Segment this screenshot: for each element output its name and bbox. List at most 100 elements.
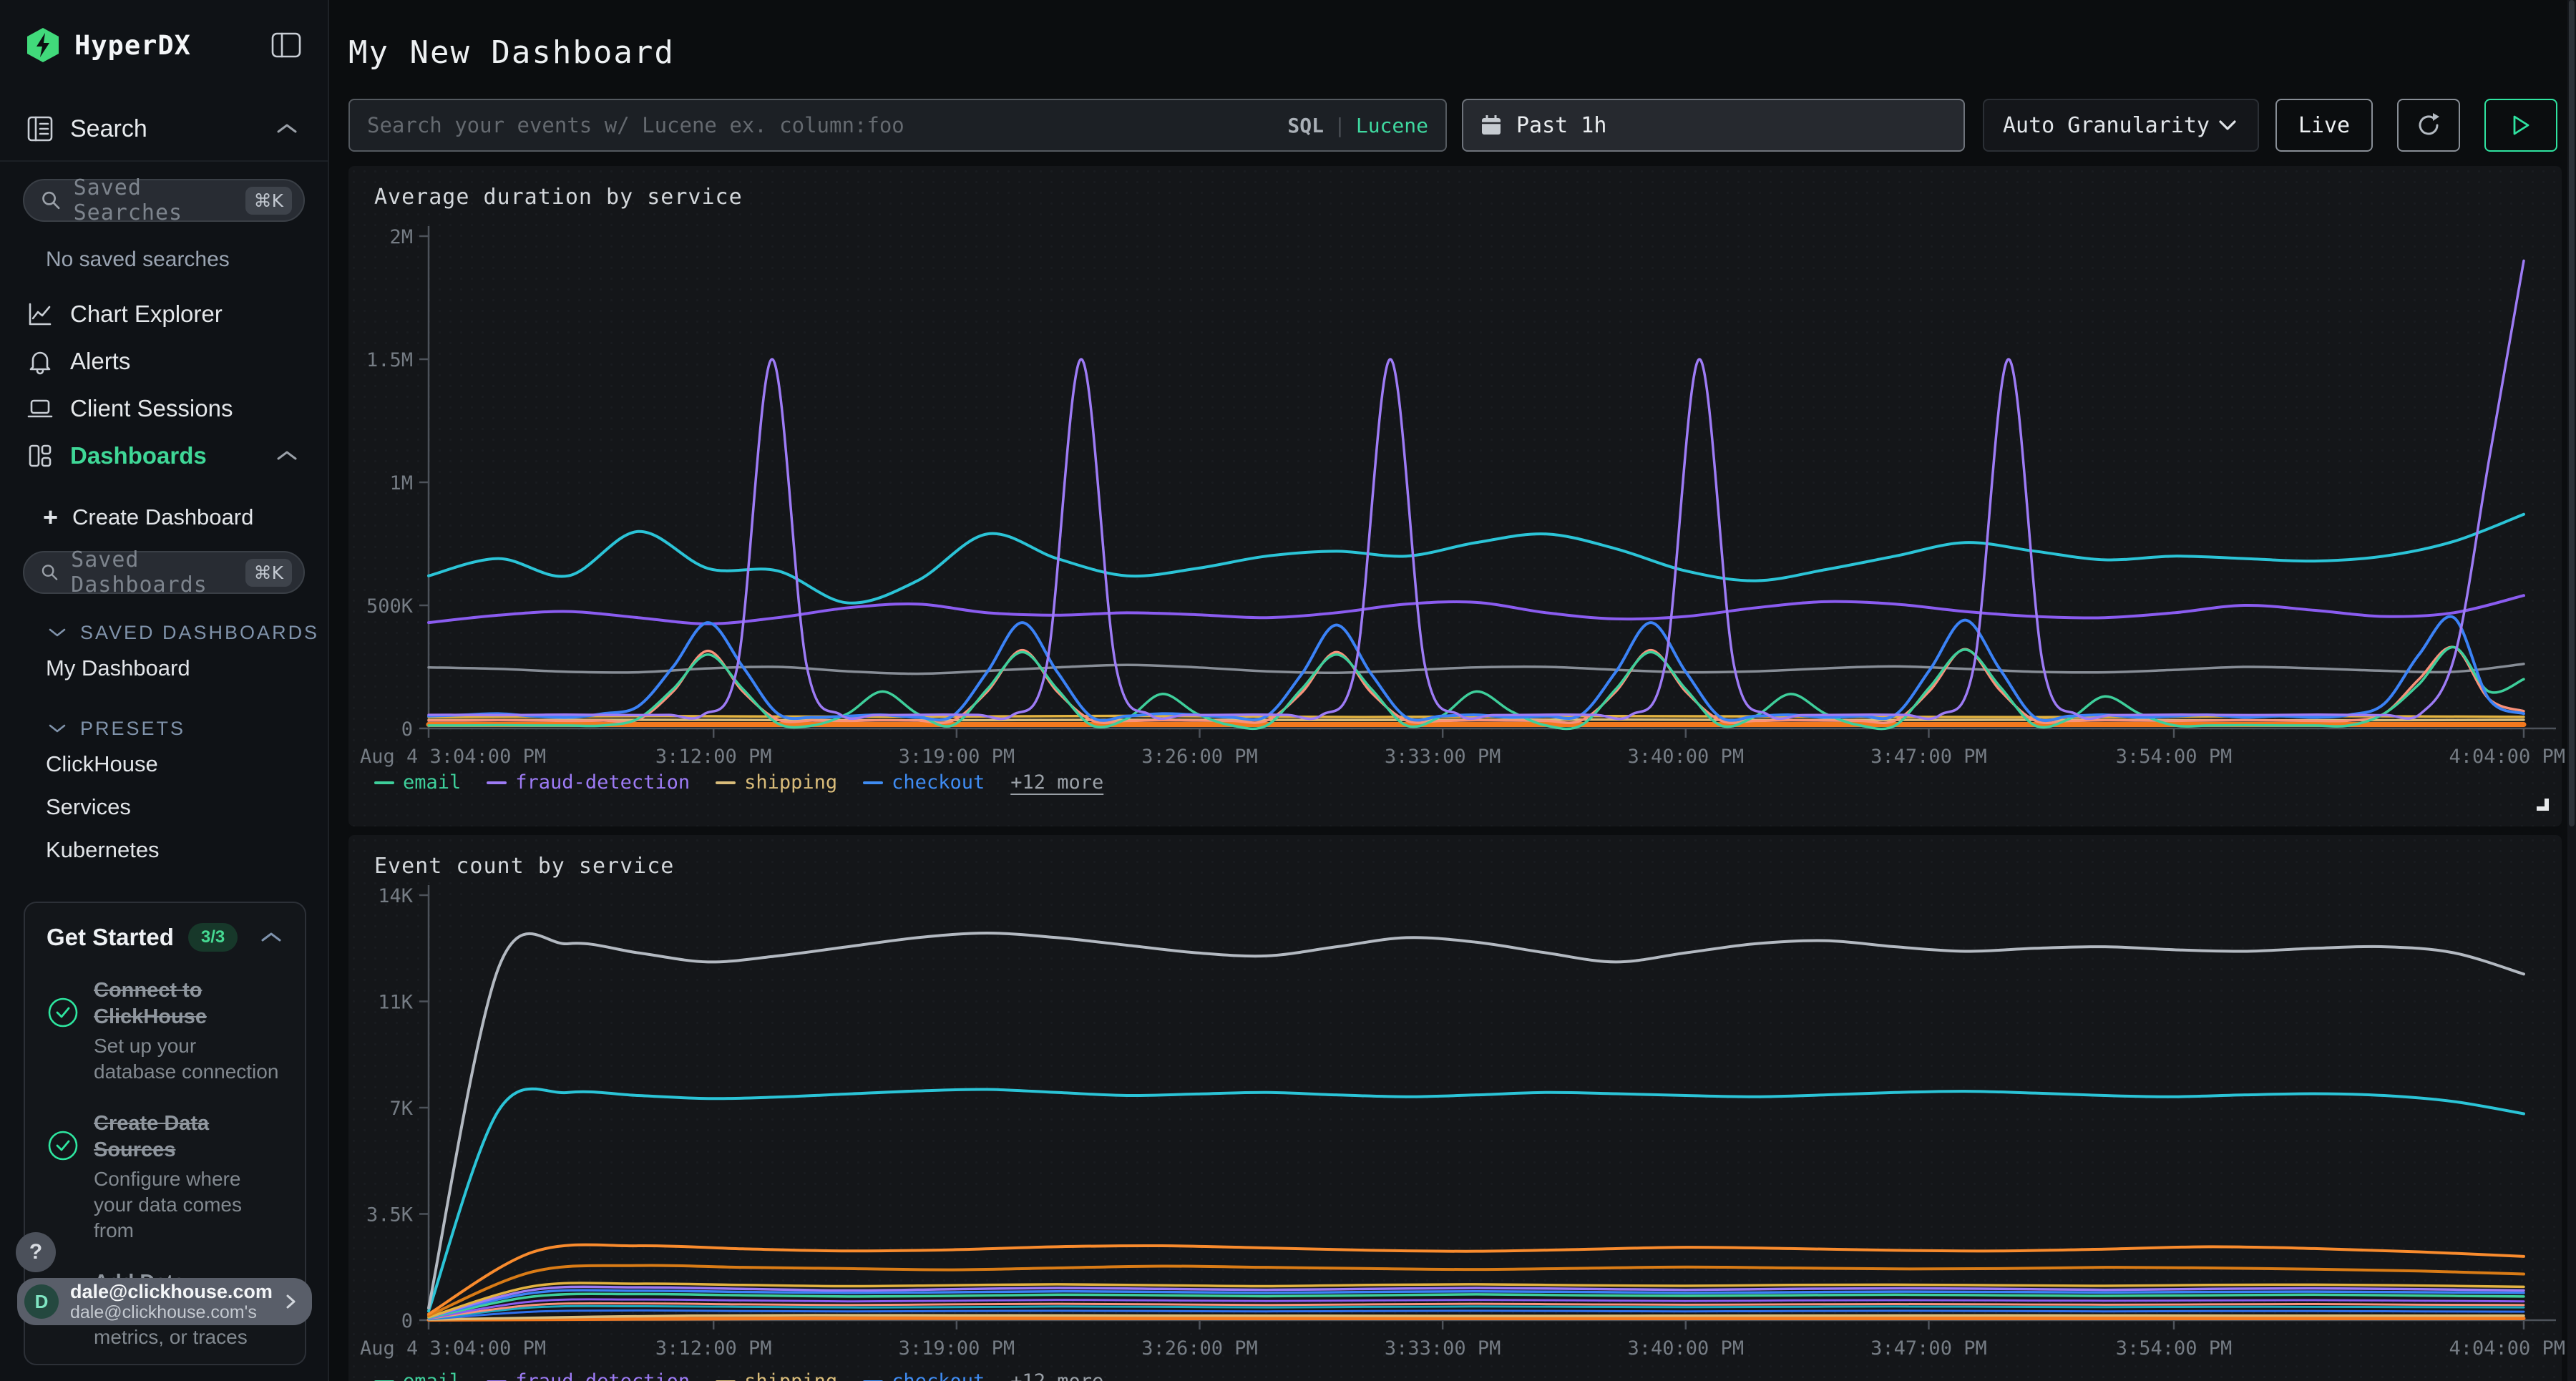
svg-text:14K: 14K	[378, 885, 414, 907]
user-email: dale@clickhouse.com	[70, 1281, 273, 1302]
chart-panel-event-count: Event count by service 03.5K7K11K14KAug …	[348, 835, 2562, 1381]
chart-canvas[interactable]: 03.5K7K11K14KAug 4 3:04:00 PM3:12:00 PM3…	[363, 871, 2567, 1381]
svg-text:3:12:00 PM: 3:12:00 PM	[655, 1337, 772, 1360]
play-icon	[2510, 113, 2532, 137]
saved-searches-input[interactable]: Saved Searches ⌘K	[23, 179, 305, 222]
saved-dashboards-input[interactable]: Saved Dashboards ⌘K	[23, 551, 305, 594]
legend-item[interactable]: checkout	[863, 1370, 985, 1381]
svg-text:3:33:00 PM: 3:33:00 PM	[1385, 746, 1501, 768]
legend-item[interactable]: shipping	[716, 1370, 837, 1381]
refresh-icon	[2414, 110, 2444, 140]
svg-text:3:47:00 PM: 3:47:00 PM	[1870, 746, 1987, 768]
svg-text:1.5M: 1.5M	[366, 349, 413, 371]
section-presets[interactable]: PRESETS	[0, 714, 328, 743]
svg-text:4:04:00 PM: 4:04:00 PM	[2449, 1337, 2565, 1360]
resize-handle[interactable]	[2537, 799, 2549, 811]
live-button[interactable]: Live	[2275, 99, 2373, 152]
chevron-up-icon[interactable]	[259, 930, 283, 945]
sidebar-item-client-sessions[interactable]: Client Sessions	[0, 385, 328, 432]
legend-item[interactable]: email	[374, 771, 461, 794]
calendar-icon	[1479, 113, 1503, 137]
shortcut-badge: ⌘K	[245, 559, 292, 587]
svg-text:4:04:00 PM: 4:04:00 PM	[2449, 746, 2565, 768]
section-saved-dashboards[interactable]: SAVED DASHBOARDS	[0, 618, 328, 647]
svg-text:Aug 4 3:04:00 PM: Aug 4 3:04:00 PM	[360, 1337, 546, 1360]
chevron-down-icon	[2216, 118, 2239, 132]
sidebar-item-services[interactable]: Services	[0, 786, 328, 829]
run-query-button[interactable]	[2484, 99, 2557, 152]
chart-title: Average duration by service	[374, 185, 743, 210]
hyperdx-app: { "app": { "name": "HyperDX" }, "sidebar…	[0, 0, 2576, 1381]
svg-text:Aug 4 3:04:00 PM: Aug 4 3:04:00 PM	[360, 746, 546, 768]
app-name: HyperDX	[74, 30, 191, 61]
help-button[interactable]: ?	[16, 1232, 56, 1272]
chart-legend: email fraud-detection shipping checkout +12 …	[374, 1370, 1103, 1381]
legend-item[interactable]: checkout	[863, 771, 985, 794]
sidebar-item-clickhouse[interactable]: ClickHouse	[0, 743, 328, 786]
checklist-item[interactable]: Connect to ClickHouse Set up your databa…	[47, 977, 283, 1085]
svg-text:11K: 11K	[378, 992, 414, 1014]
checklist-item-desc: Configure where your data comes from	[94, 1166, 283, 1244]
svg-text:3.5K: 3.5K	[366, 1204, 414, 1226]
avatar: D	[24, 1284, 59, 1319]
saved-dashboards-placeholder: Saved Dashboards	[71, 547, 245, 597]
sidebar: HyperDX Search Saved Searches ⌘K No save…	[0, 0, 329, 1381]
sidebar-item-kubernetes[interactable]: Kubernetes	[0, 829, 328, 872]
sidebar-item-dashboards[interactable]: Dashboards	[0, 432, 328, 479]
svg-text:3:33:00 PM: 3:33:00 PM	[1385, 1337, 1501, 1360]
get-started-title: Get Started	[47, 924, 174, 951]
chevron-down-icon	[47, 626, 67, 639]
sidebar-item-chart-explorer[interactable]: Chart Explorer	[0, 291, 328, 338]
check-circle-icon	[47, 1129, 79, 1162]
svg-text:0: 0	[401, 1310, 413, 1332]
checklist-item-title: Create Data Sources	[94, 1111, 283, 1163]
svg-text:3:54:00 PM: 3:54:00 PM	[2116, 746, 2233, 768]
chart-panel-average-duration: Average duration by service 0500K1M1.5M2…	[348, 166, 2562, 826]
legend-more-link[interactable]: +12 more	[1010, 1370, 1103, 1381]
time-range-picker[interactable]: Past 1h	[1462, 99, 1965, 152]
svg-text:3:47:00 PM: 3:47:00 PM	[1870, 1337, 1987, 1360]
bell-icon	[26, 347, 54, 376]
user-account-chip[interactable]: D dale@clickhouse.com dale@clickhouse.co…	[17, 1278, 312, 1325]
granularity-select[interactable]: Auto Granularity	[1983, 99, 2259, 152]
chart-canvas[interactable]: 0500K1M1.5M2MAug 4 3:04:00 PM3:12:00 PM3…	[363, 216, 2567, 789]
scrollbar-thumb[interactable]	[2569, 0, 2575, 826]
legend-item[interactable]: fraud-detection	[487, 1370, 690, 1381]
mode-separator: |	[1334, 114, 1346, 137]
lucene-mode-toggle[interactable]: Lucene	[1356, 114, 1428, 137]
divider	[0, 160, 328, 162]
refresh-button[interactable]	[2397, 99, 2460, 152]
create-dashboard-button[interactable]: + Create Dashboard	[0, 497, 328, 538]
no-saved-searches-text: No saved searches	[46, 248, 328, 272]
svg-text:1M: 1M	[389, 472, 413, 494]
search-icon	[40, 188, 62, 213]
user-team: dale@clickhouse.com's	[70, 1302, 273, 1323]
legend-item[interactable]: email	[374, 1370, 461, 1381]
time-range-value: Past 1h	[1516, 113, 1606, 138]
chevron-down-icon	[47, 722, 67, 735]
checklist-item-title: Connect to ClickHouse	[94, 977, 283, 1030]
legend-dash-icon	[374, 781, 394, 784]
legend-item[interactable]: shipping	[716, 771, 837, 794]
event-search-input[interactable]	[367, 113, 1277, 137]
checklist-item[interactable]: Create Data Sources Configure where your…	[47, 1111, 283, 1244]
legend-dash-icon	[863, 781, 883, 784]
page-scrollbar[interactable]	[2567, 0, 2576, 1381]
plus-icon: +	[43, 504, 58, 530]
chevron-right-icon	[282, 1290, 299, 1313]
main-content: My New Dashboard SQL | Lucene Past 1h Au…	[331, 0, 2567, 1381]
svg-text:2M: 2M	[389, 226, 413, 248]
sidebar-collapse-icon[interactable]	[270, 31, 302, 59]
svg-text:3:19:00 PM: 3:19:00 PM	[899, 746, 1015, 768]
logo-row: HyperDX	[0, 0, 328, 63]
sql-mode-toggle[interactable]: SQL	[1287, 114, 1324, 137]
svg-text:3:26:00 PM: 3:26:00 PM	[1141, 1337, 1258, 1360]
laptop-icon	[26, 394, 54, 423]
legend-item[interactable]: fraud-detection	[487, 771, 690, 794]
svg-text:3:12:00 PM: 3:12:00 PM	[655, 746, 772, 768]
granularity-value: Auto Granularity	[2003, 113, 2210, 138]
legend-more-link[interactable]: +12 more	[1010, 771, 1103, 794]
sidebar-item-alerts[interactable]: Alerts	[0, 338, 328, 385]
sidebar-item-my-dashboard[interactable]: My Dashboard	[0, 647, 328, 690]
sidebar-item-search[interactable]: Search	[0, 107, 328, 150]
